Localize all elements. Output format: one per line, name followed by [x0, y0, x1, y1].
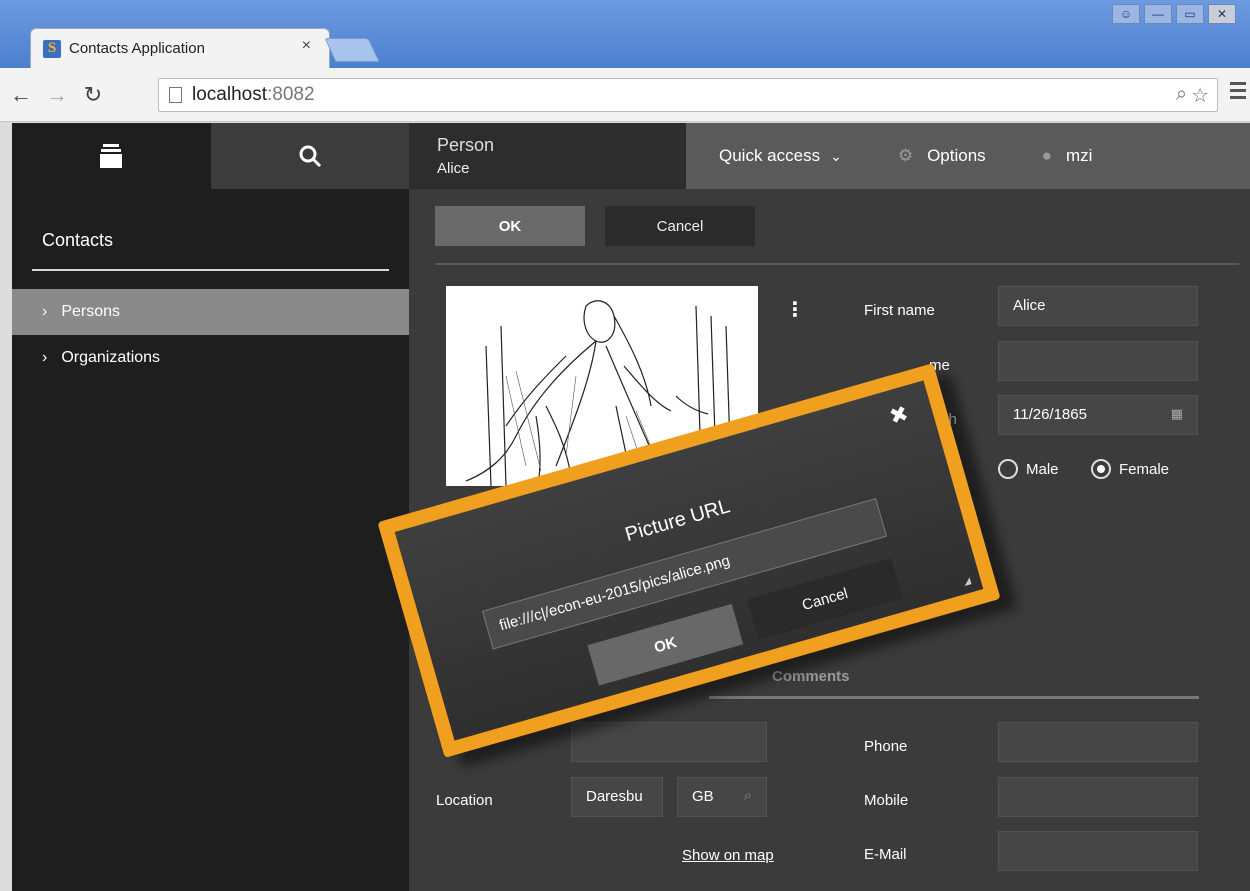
address-field[interactable]: [571, 722, 767, 762]
sidebar-item-label: Persons: [61, 303, 121, 320]
sidebar: Contacts › Persons › Organizations: [12, 123, 409, 891]
email-label: E-Mail: [864, 846, 907, 863]
forward-arrow-icon[interactable]: →: [42, 82, 72, 108]
maximize-icon[interactable]: ▭: [1176, 4, 1204, 24]
gender-male-label: Male: [1026, 460, 1059, 478]
sidebar-item-persons[interactable]: › Persons: [12, 289, 409, 335]
dialog-ok-button[interactable]: OK: [587, 603, 744, 686]
gender-female-radio[interactable]: Female: [1091, 459, 1169, 479]
radio-icon: [998, 459, 1018, 479]
page-icon: [169, 87, 182, 103]
tab-title: Contacts Application: [69, 40, 205, 57]
window-controls: ☺ — ▭ ✕: [1112, 4, 1236, 24]
sidebar-title: Contacts: [32, 225, 389, 271]
address-bar[interactable]: localhost :8082 ⌕ ☆: [158, 78, 1218, 112]
country-field[interactable]: GB ⌕: [677, 777, 767, 817]
chevron-right-icon: ›: [42, 303, 48, 320]
window-close-icon[interactable]: ✕: [1208, 4, 1236, 24]
sidebar-item-label: Organizations: [61, 349, 161, 366]
last-name-field[interactable]: [998, 341, 1198, 381]
chevron-right-icon: ›: [42, 349, 48, 366]
date-of-birth-value: 11/26/1865: [1013, 406, 1087, 423]
gear-icon: ⚙: [897, 146, 914, 165]
divider: [435, 263, 1239, 265]
options-label: Options: [927, 146, 986, 165]
quick-access-label: Quick access: [719, 146, 821, 165]
tab-underline: [709, 696, 1199, 699]
mobile-label: Mobile: [864, 792, 909, 809]
phone-label: Phone: [864, 738, 908, 755]
new-tab-button[interactable]: [324, 38, 380, 62]
gender-male-radio[interactable]: Male: [998, 459, 1059, 479]
search-icon: [299, 145, 321, 168]
user-menu[interactable]: ● mzi: [1042, 146, 1093, 166]
entity-header: Person Alice: [409, 123, 686, 189]
city-field[interactable]: Daresbu: [571, 777, 663, 817]
reload-icon[interactable]: ↻: [78, 82, 108, 108]
show-on-map-link[interactable]: Show on map: [682, 847, 774, 864]
user-name: mzi: [1065, 146, 1093, 165]
minimize-icon[interactable]: —: [1144, 4, 1172, 24]
phone-field[interactable]: [998, 722, 1198, 762]
cancel-button[interactable]: Cancel: [605, 206, 755, 246]
close-icon[interactable]: ✖: [887, 400, 912, 430]
resize-handle[interactable]: [962, 577, 972, 586]
bookmark-star-icon[interactable]: ☆: [1191, 83, 1209, 108]
gender-female-label: Female: [1119, 460, 1170, 478]
chrome-menu-icon[interactable]: [1230, 82, 1246, 103]
mobile-field[interactable]: [998, 777, 1198, 817]
user-profile-icon[interactable]: ☺: [1112, 4, 1140, 24]
calendar-icon[interactable]: ▦: [1171, 406, 1183, 422]
zoom-search-icon[interactable]: ⌕: [1176, 83, 1187, 108]
url-host: localhost: [192, 84, 267, 105]
tab-search[interactable]: [210, 123, 409, 189]
chevron-down-icon: ⌄: [830, 147, 842, 164]
email-field[interactable]: [998, 831, 1198, 871]
country-value: GB: [692, 788, 714, 805]
first-name-label: First name: [864, 302, 935, 319]
sidebar-item-organizations[interactable]: › Organizations: [12, 335, 409, 381]
dialog-cancel-button[interactable]: Cancel: [747, 558, 903, 640]
browser-titlebar: S Contacts Application × ☺ — ▭ ✕: [0, 0, 1250, 68]
first-name-field[interactable]: Alice: [998, 286, 1198, 326]
photo-menu-icon[interactable]: ⋮: [785, 297, 805, 322]
main-header: Person Alice Quick access ⌄ ⚙ Options ● …: [409, 123, 1250, 189]
tab-outline[interactable]: [12, 123, 211, 189]
location-label: Location: [436, 792, 493, 809]
stack-icon: [100, 144, 123, 168]
tab-close-icon[interactable]: ×: [302, 37, 311, 55]
radio-checked-icon: [1091, 459, 1111, 479]
app-favicon-icon: S: [43, 39, 61, 58]
back-arrow-icon[interactable]: ←: [6, 82, 36, 108]
sidebar-list: › Persons › Organizations: [12, 289, 409, 381]
entity-type: Person: [437, 135, 495, 155]
browser-toolbar: ← → ↻ localhost :8082 ⌕ ☆: [0, 68, 1250, 122]
url-port: :8082: [267, 84, 315, 105]
ok-button[interactable]: OK: [435, 206, 585, 246]
search-icon[interactable]: ⌕: [744, 787, 752, 804]
options-menu[interactable]: ⚙ Options: [898, 146, 986, 166]
browser-tab[interactable]: S Contacts Application ×: [30, 28, 330, 68]
quick-access-menu[interactable]: Quick access ⌄: [719, 146, 842, 166]
date-of-birth-field[interactable]: 11/26/1865 ▦: [998, 395, 1198, 435]
entity-name: Alice: [437, 160, 470, 177]
user-icon: ●: [1041, 146, 1052, 165]
